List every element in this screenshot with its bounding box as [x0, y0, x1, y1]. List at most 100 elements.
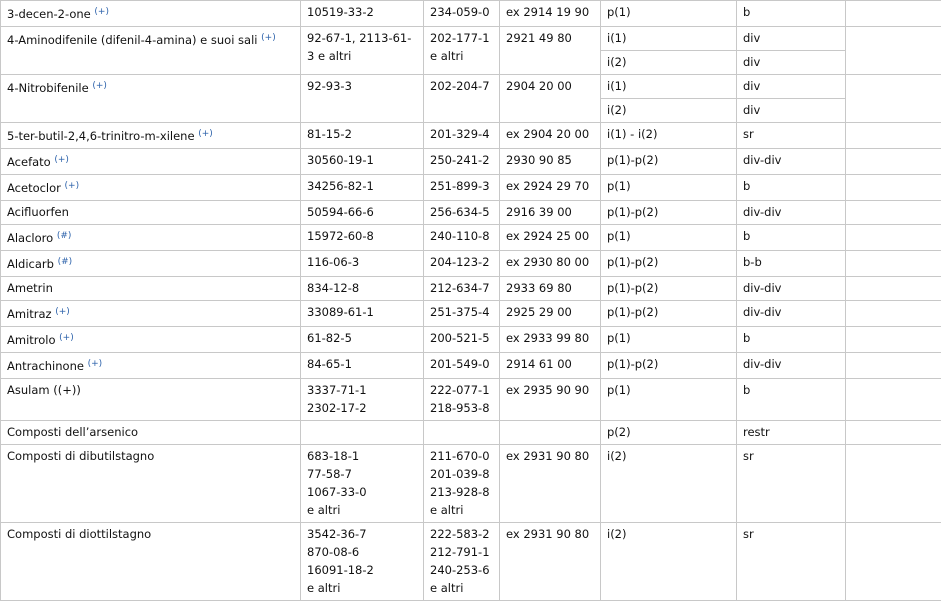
- cn-code-cell: 2921 49 80: [499, 26, 601, 75]
- cn-code-cell: ex 2935 90 90: [499, 378, 601, 421]
- footnote-link[interactable]: (+): [88, 359, 103, 369]
- footnote-link[interactable]: (+): [92, 81, 107, 91]
- cas-number-cell: [300, 420, 424, 445]
- cn-code-cell: ex 2933 99 80: [499, 326, 601, 353]
- ec-number: 256-634-5: [430, 205, 490, 219]
- cas-number-cell: 3337-71-1 2302-17-2: [300, 378, 424, 421]
- notes-cell: [845, 26, 941, 75]
- notes-cell: [845, 326, 941, 353]
- category-cell: i(2): [600, 522, 737, 601]
- ec-number: 240-110-8: [430, 229, 490, 243]
- notes-cell: [845, 378, 941, 421]
- table-row: Acefato (+) 30560-19-1 250-241-2 2930 90 85…: [0, 148, 941, 175]
- use-limitation-cell: b: [736, 0, 846, 27]
- cn-code-cell: 2925 29 00: [499, 300, 601, 327]
- cn-code-cell: 2916 39 00: [499, 200, 601, 225]
- ec-number-cell: 202-177-1 e altri: [423, 26, 500, 75]
- ec-number: 222-583-2: [430, 527, 490, 541]
- ec-number: [430, 423, 493, 441]
- substance-name: 5-ter-butil-2,4,6-trinitro-m-xilene: [7, 129, 195, 143]
- cn-code-cell: 2930 90 85: [499, 148, 601, 175]
- cas-number: [307, 423, 417, 441]
- use-limitation: div: [743, 79, 761, 93]
- use-limitation: b-b: [743, 255, 762, 269]
- use-limitation: div-div: [743, 357, 782, 371]
- cn-code: 2914 61 00: [506, 357, 572, 371]
- use-limitation-cell: div-div: [736, 300, 846, 327]
- table-row: Aldicarb (#) 116-06-3 204-123-2 ex 2930 80 …: [0, 250, 941, 277]
- chemicals-table: 3-decen-2-one (+) 10519-33-2 234-059-0 ex 2…: [0, 0, 941, 601]
- substance-name: 3-decen-2-one: [7, 7, 91, 21]
- use-limitation-cell: div: [736, 50, 846, 75]
- ec-number: 213-928-8: [430, 485, 490, 499]
- cn-code: 2921 49 80: [506, 31, 572, 45]
- ec-number-cell: 200-521-5: [423, 326, 500, 353]
- category-cell: i(1): [600, 26, 737, 51]
- substance-name: Acifluorfen: [7, 205, 69, 219]
- cas-number: 92-67-1, 2113-61-3 e altri: [307, 31, 412, 63]
- substance-name-cell: Acifluorfen: [0, 200, 301, 225]
- use-limitation-cell: b: [736, 378, 846, 421]
- ec-number-cell: 251-899-3: [423, 174, 500, 201]
- ec-number-cell: 256-634-5: [423, 200, 500, 225]
- cas-number: 16091-18-2: [307, 563, 374, 577]
- category: p(1)-p(2): [607, 153, 659, 167]
- notes-cell: [845, 174, 941, 201]
- footnote-link[interactable]: (+): [59, 333, 74, 343]
- ec-number-cell: 204-123-2: [423, 250, 500, 277]
- use-limitation: div: [743, 103, 761, 117]
- category-cell: p(1): [600, 174, 737, 201]
- footnote-link[interactable]: (+): [198, 129, 213, 139]
- cn-code-cell: 2914 61 00: [499, 352, 601, 379]
- ec-number-cell: 250-241-2: [423, 148, 500, 175]
- substance-name: Ametrin: [7, 281, 53, 295]
- ec-number: 218-953-8: [430, 401, 490, 415]
- use-limitation: sr: [743, 527, 754, 541]
- cas-number: 81-15-2: [307, 127, 352, 141]
- ec-number-cell: 211-670-0 201-039-8 213-928-8 e altri: [423, 444, 500, 523]
- category-cell: p(1): [600, 326, 737, 353]
- substance-name-cell: 4-Aminodifenile (difenil-4-amina) e suoi…: [0, 26, 301, 75]
- use-limitation: sr: [743, 449, 754, 463]
- substance-name: Composti di diottilstagno: [7, 527, 152, 541]
- use-limitation: b: [743, 5, 751, 19]
- ec-number: e altri: [430, 503, 464, 517]
- substance-name-cell: Ametrin: [0, 276, 301, 301]
- cas-number: 77-58-7: [307, 467, 352, 481]
- use-limitation-cell: sr: [736, 522, 846, 601]
- category: i(2): [607, 103, 627, 117]
- notes-cell: [845, 300, 941, 327]
- use-limitation-cell: b: [736, 174, 846, 201]
- cn-code: ex 2904 20 00: [506, 127, 590, 141]
- footnote-link[interactable]: (#): [58, 257, 73, 267]
- category-cell: p(1): [600, 224, 737, 251]
- substance-name: Composti di dibutilstagno: [7, 449, 155, 463]
- cas-number-cell: 92-67-1, 2113-61-3 e altri: [300, 26, 424, 75]
- substance-name-cell: Composti di dibutilstagno: [0, 444, 301, 523]
- footnote-link[interactable]: (+): [261, 33, 276, 43]
- substance-name-cell: Composti dell’arsenico: [0, 420, 301, 445]
- cn-code-cell: [499, 420, 601, 445]
- ec-number: 200-521-5: [430, 331, 490, 345]
- cn-code: 2930 90 85: [506, 153, 572, 167]
- category: p(1)-p(2): [607, 205, 659, 219]
- category: i(2): [607, 449, 627, 463]
- cas-number-cell: 92-93-3: [300, 74, 424, 123]
- cas-number-cell: 30560-19-1: [300, 148, 424, 175]
- substance-name: Antrachinone: [7, 359, 84, 373]
- use-limitation-cell: b: [736, 326, 846, 353]
- footnote-link[interactable]: (+): [94, 7, 109, 17]
- category: i(1): [607, 31, 627, 45]
- footnote-link[interactable]: (#): [57, 231, 72, 241]
- use-limitation: sr: [743, 127, 754, 141]
- cn-code: 2916 39 00: [506, 205, 572, 219]
- cas-number-cell: 84-65-1: [300, 352, 424, 379]
- cas-number-cell: 116-06-3: [300, 250, 424, 277]
- substance-name-cell: 4-Nitrobifenile (+): [0, 74, 301, 123]
- cas-number: 30560-19-1: [307, 153, 374, 167]
- footnote-link[interactable]: (+): [54, 155, 69, 165]
- cas-number: 15972-60-8: [307, 229, 374, 243]
- ec-number: 204-123-2: [430, 255, 490, 269]
- footnote-link[interactable]: (+): [65, 181, 80, 191]
- footnote-link[interactable]: (+): [55, 307, 70, 317]
